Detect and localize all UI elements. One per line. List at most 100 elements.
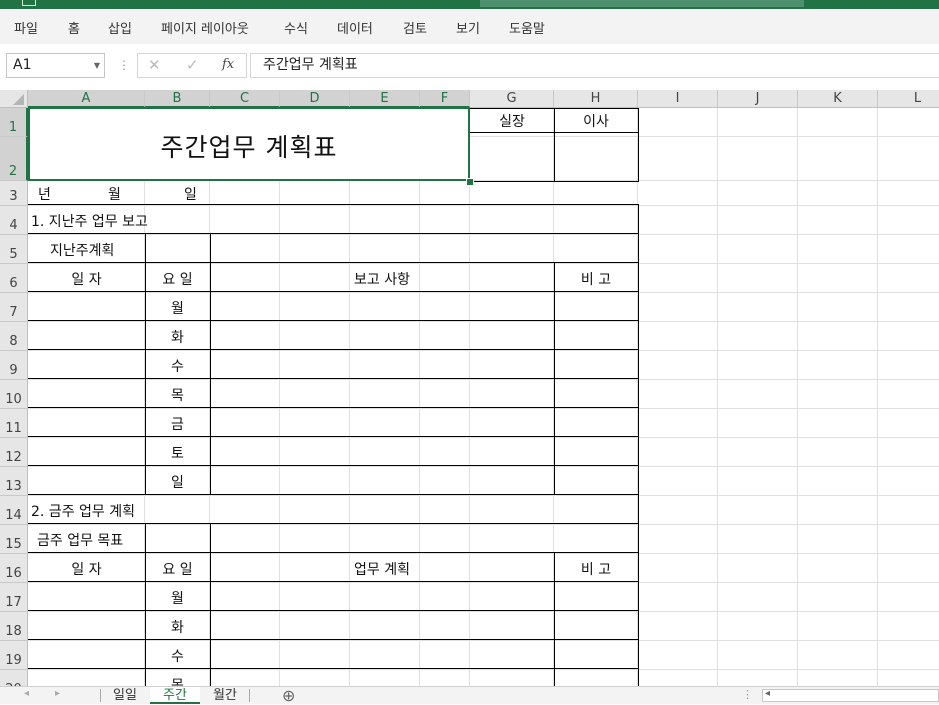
section2-note-header: 비 고: [580, 562, 612, 578]
row-header-20[interactable]: 20: [0, 670, 28, 686]
section1-weekday-4: 목: [171, 388, 184, 404]
column-header-c[interactable]: C: [210, 90, 280, 108]
row-header-17[interactable]: 17: [0, 583, 28, 612]
column-header-k[interactable]: K: [798, 90, 878, 108]
border-vertical: [638, 204, 639, 686]
border-horizontal: [28, 407, 639, 408]
row-number: 18: [5, 624, 22, 639]
tab-data[interactable]: 데이터: [337, 18, 373, 37]
section2-weekday-1: 월: [171, 591, 184, 607]
tab-review[interactable]: 검토: [403, 18, 427, 37]
scroll-left-icon[interactable]: ◂: [24, 688, 29, 699]
sheet-tab-weekly[interactable]: 주간: [150, 687, 200, 704]
border-horizontal: [28, 523, 639, 524]
row-header-8[interactable]: 8: [0, 322, 28, 351]
select-all-button[interactable]: [0, 90, 28, 108]
tab-file[interactable]: 파일: [14, 18, 38, 37]
gridline-horizontal: [28, 495, 939, 496]
row-header-3[interactable]: 3: [0, 181, 28, 206]
tab-help[interactable]: 도움말: [509, 18, 545, 37]
chevron-down-icon[interactable]: ▼: [94, 54, 100, 77]
row-header-11[interactable]: 11: [0, 409, 28, 438]
border-horizontal: [28, 204, 639, 205]
border-horizontal: [28, 349, 639, 350]
section1-date-header: 일 자: [71, 272, 102, 288]
approval-executive-label: 이사: [583, 114, 609, 130]
formula-input[interactable]: 주간업무 계획표: [250, 53, 939, 78]
gridline-vertical: [349, 108, 350, 686]
section1-weekday-3: 수: [171, 359, 184, 375]
column-header-g[interactable]: G: [470, 90, 554, 108]
tab-view[interactable]: 보기: [456, 18, 480, 37]
row-header-1[interactable]: 1: [0, 108, 28, 137]
row-header-6[interactable]: 6: [0, 264, 28, 293]
split-handle-icon[interactable]: ⋮: [742, 688, 753, 701]
row-header-14[interactable]: 14: [0, 496, 28, 525]
scroll-right-icon[interactable]: ▸: [55, 688, 60, 699]
worksheet-grid[interactable]: ABCDEFGHIJKL 1 2 3 4 5 6 7 8 9 10 11 12 13 14 15 16 17 18…: [0, 90, 939, 686]
enter-icon[interactable]: ✓: [186, 57, 199, 73]
section2-plan-header: 업무 계획: [354, 562, 410, 578]
border-horizontal: [28, 552, 639, 553]
border-horizontal: [28, 320, 639, 321]
column-header-e[interactable]: E: [350, 90, 420, 108]
column-header-d[interactable]: D: [280, 90, 350, 108]
add-sheet-icon[interactable]: ⊕: [282, 686, 295, 705]
column-header-i[interactable]: I: [638, 90, 718, 108]
gridline-horizontal: [28, 553, 939, 554]
row-number: 3: [9, 189, 18, 204]
row-number: 15: [5, 537, 22, 552]
sheet-tab-daily[interactable]: 일일: [101, 687, 149, 704]
row-header-10[interactable]: 10: [0, 380, 28, 409]
row-header-2[interactable]: 2: [0, 137, 28, 181]
gridline-horizontal: [28, 350, 939, 351]
row-number: 19: [5, 653, 22, 668]
sheet-tab-monthly[interactable]: 월간: [201, 687, 249, 704]
row-header-13[interactable]: 13: [0, 467, 28, 496]
gridline-vertical: [797, 108, 798, 686]
section2-weekday-2: 화: [171, 620, 184, 636]
tab-home[interactable]: 홈: [68, 18, 80, 37]
column-header-h[interactable]: H: [554, 90, 638, 108]
row-number: 11: [5, 421, 22, 436]
row-header-7[interactable]: 7: [0, 293, 28, 322]
column-header-a[interactable]: A: [28, 90, 145, 108]
tab-formulas[interactable]: 수식: [284, 18, 308, 37]
column-header-l[interactable]: L: [878, 90, 939, 108]
row-header-4[interactable]: 4: [0, 206, 28, 235]
sheet-tab-bar: ◂ ▸ 일일 주간 월간 ⊕ ⋮ ◂: [0, 686, 939, 705]
horizontal-scrollbar[interactable]: ◂: [762, 688, 939, 702]
function-icon[interactable]: fx: [222, 57, 234, 73]
section1-weekday-5: 금: [171, 417, 184, 433]
section1-report-header: 보고 사항: [354, 272, 410, 288]
row-header-19[interactable]: 19: [0, 641, 28, 670]
row-header-5[interactable]: 5: [0, 235, 28, 264]
gridline-horizontal: [28, 234, 939, 235]
column-header-f[interactable]: F: [420, 90, 470, 108]
border-horizontal: [28, 233, 639, 234]
tab-page-layout[interactable]: 페이지 레이아웃: [161, 18, 249, 37]
more-options-icon[interactable]: ⋮: [118, 57, 130, 73]
scroll-left-arrow-icon[interactable]: ◂: [765, 688, 770, 699]
date-day-label: 일: [184, 187, 197, 203]
row-number: 4: [9, 218, 18, 233]
column-header-j[interactable]: J: [718, 90, 798, 108]
row-header-12[interactable]: 12: [0, 438, 28, 467]
row-header-16[interactable]: 16: [0, 554, 28, 583]
title-bar: [0, 0, 939, 9]
row-header-18[interactable]: 18: [0, 612, 28, 641]
row-header-9[interactable]: 9: [0, 351, 28, 380]
cancel-icon[interactable]: ✕: [148, 57, 161, 73]
save-icon[interactable]: [22, 0, 36, 6]
search-box[interactable]: [480, 0, 804, 7]
row-header-15[interactable]: 15: [0, 525, 28, 554]
tab-insert[interactable]: 삽입: [108, 18, 132, 37]
column-header-b[interactable]: B: [145, 90, 210, 108]
row-number: 9: [9, 363, 18, 378]
fill-handle[interactable]: [466, 178, 474, 186]
gridline-horizontal: [28, 321, 939, 322]
gridline-horizontal: [28, 379, 939, 380]
name-box[interactable]: A1 ▼: [6, 53, 105, 78]
row-number: 2: [8, 164, 18, 179]
gridline-vertical: [419, 108, 420, 686]
